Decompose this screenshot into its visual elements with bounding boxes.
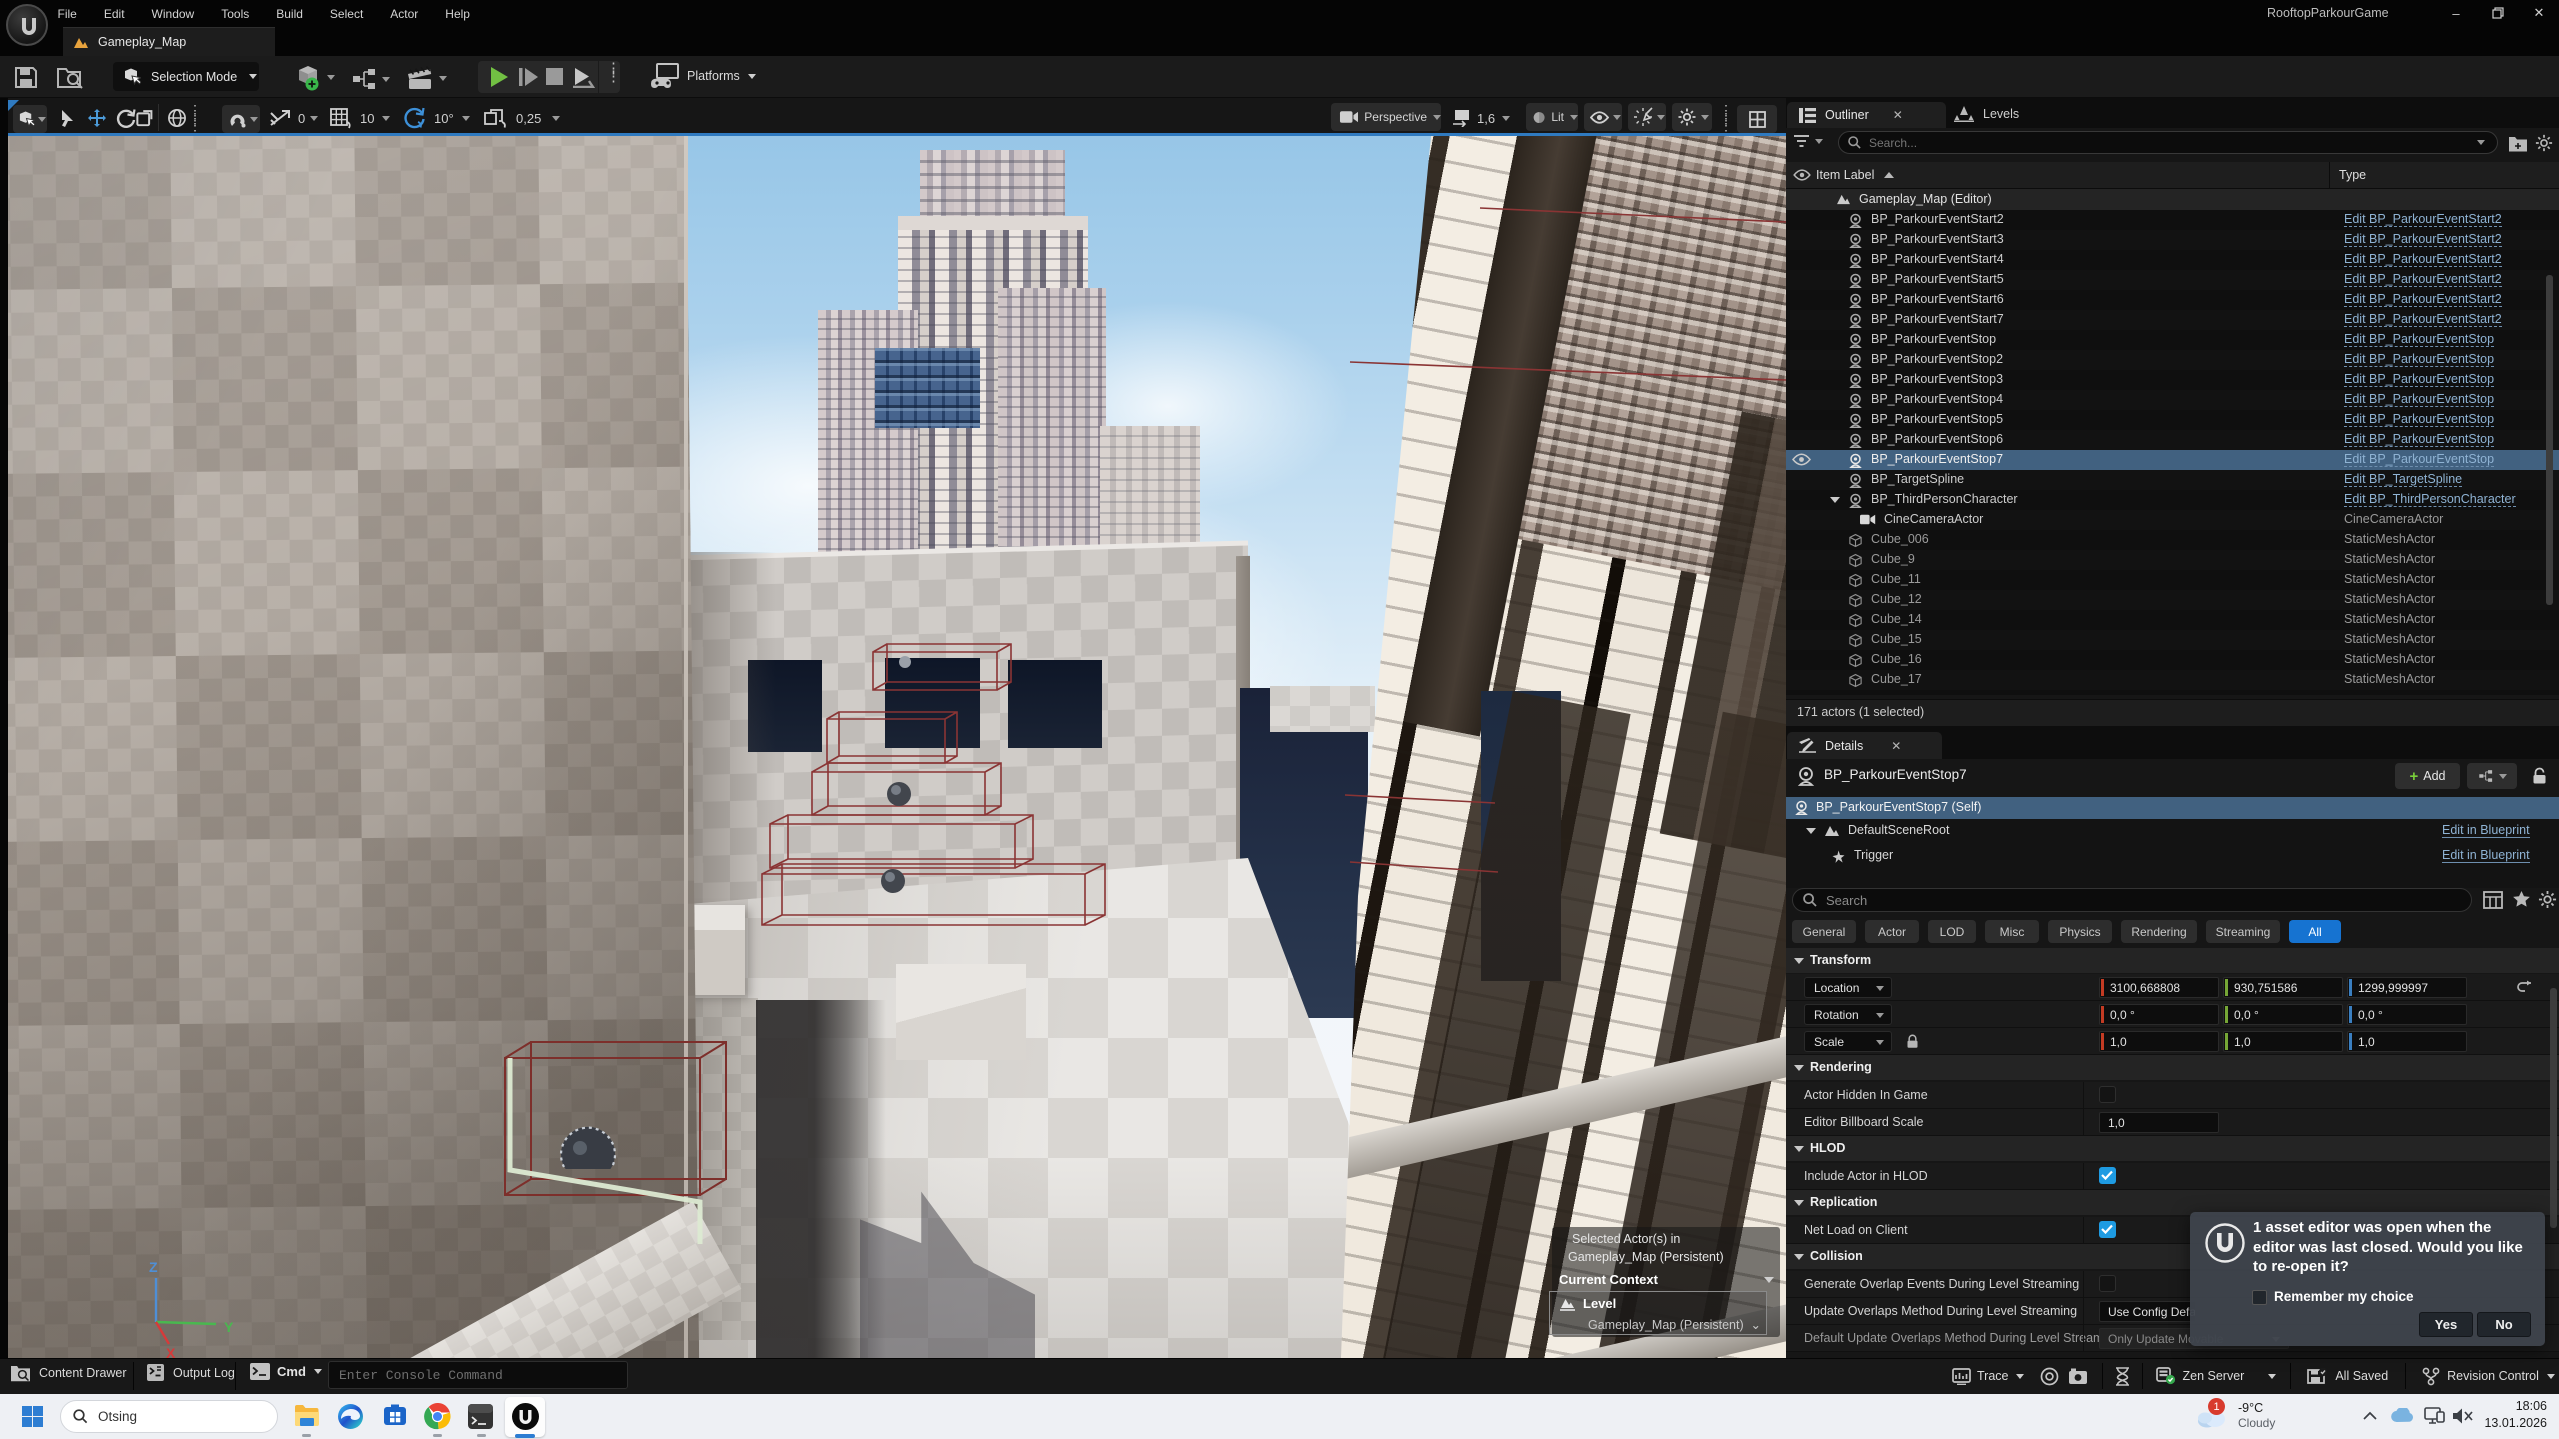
svg-text:Z: Z xyxy=(149,1259,158,1275)
svg-text:X: X xyxy=(166,1345,176,1358)
svg-text:Y: Y xyxy=(224,1319,234,1335)
